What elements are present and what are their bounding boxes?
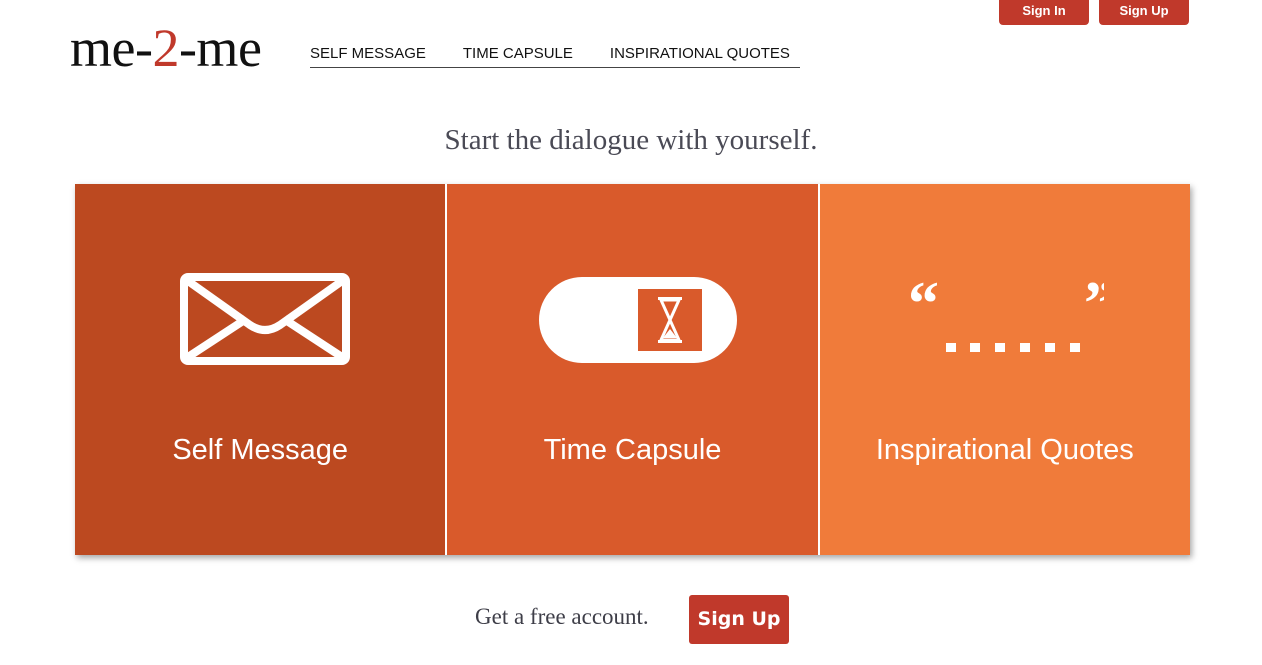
nav-link-inspirational-quotes[interactable]: INSPIRATIONAL QUOTES [610, 44, 790, 67]
capsule-hourglass-icon [539, 277, 738, 363]
sign-up-button[interactable]: Sign Up [689, 595, 789, 644]
tile-label: Self Message [172, 434, 349, 466]
nav-link-self-message[interactable]: SELF MESSAGE [310, 44, 426, 67]
hero-tagline: Start the dialogue with yourself. [444, 124, 818, 156]
cta-text: Get a free account. [475, 604, 649, 629]
logo-part-3: -me [178, 18, 262, 78]
tile-time-capsule[interactable]: Time Capsule [445, 184, 818, 555]
tile-label: Inspirational Quotes [875, 434, 1134, 466]
tile-label: Time Capsule [543, 434, 722, 466]
tile-self-message[interactable]: Self Message [75, 184, 446, 555]
logo-part-1: me- [70, 18, 153, 78]
sign-up-top-button[interactable]: Sign Up [1099, 0, 1189, 25]
svg-text:”: ” [1084, 276, 1104, 338]
envelope-icon [180, 273, 350, 365]
tile-inspirational-quotes[interactable]: “ ” Inspirational Quotes [817, 184, 1190, 555]
site-logo[interactable]: me-2-me [70, 18, 262, 78]
logo-part-2: 2 [152, 18, 179, 78]
signup-cta: Get a free account. Sign Up [0, 595, 1262, 644]
sign-in-button[interactable]: Sign In [999, 0, 1089, 25]
quote-icon: “ ” [908, 276, 1104, 352]
feature-tiles: Self Message Time Capsule “ ” Inspiratio… [75, 184, 1190, 555]
nav-link-time-capsule[interactable]: TIME CAPSULE [463, 44, 573, 67]
svg-text:“: “ [908, 276, 939, 338]
top-nav: SELF MESSAGE TIME CAPSULE INSPIRATIONAL … [310, 44, 800, 68]
